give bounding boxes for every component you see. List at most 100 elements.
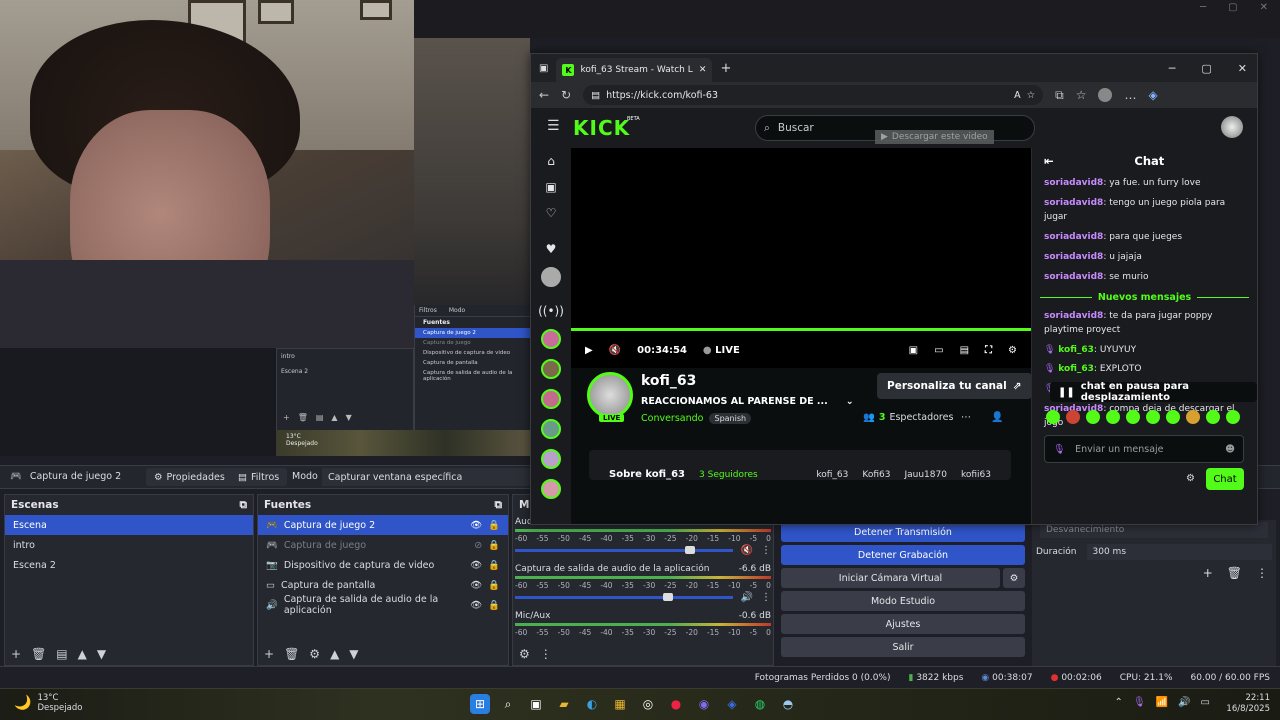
properties-button[interactable]: ⚙ Propiedades (146, 468, 233, 486)
browser-tab[interactable]: K kofi_63 Stream - Watch Live on Ki ✕ (556, 58, 713, 82)
user-avatar[interactable] (1221, 116, 1243, 138)
emote-icon[interactable] (1226, 410, 1240, 424)
emote-icon[interactable] (1066, 410, 1080, 424)
tab-actions-icon[interactable]: ▣ (539, 63, 548, 74)
channel-avatar[interactable] (541, 267, 561, 287)
weather-widget[interactable]: 🌙 13°C Despejado (14, 693, 82, 713)
chat-input[interactable]: 🎙 Enviar un mensaje ☻ (1044, 435, 1244, 463)
muted-speaker-icon[interactable]: 🔇 (741, 545, 753, 556)
social-link[interactable]: kofii63 (961, 470, 991, 480)
language-tag[interactable]: Spanish (709, 413, 752, 424)
source-item[interactable]: 🎮 Captura de juego ⊘ 🔒 (258, 535, 508, 555)
fullscreen-icon[interactable]: ⛶ (985, 345, 992, 356)
volume-slider[interactable] (515, 593, 733, 601)
lock-icon[interactable]: 🔒 (488, 580, 500, 591)
trash-icon[interactable]: 🗑 (1227, 566, 1242, 580)
customize-channel-button[interactable]: Personaliza tu canal ⇗ (877, 373, 1032, 399)
read-aloud-icon[interactable]: A (1014, 90, 1021, 101)
social-link[interactable]: kofi_63 (816, 470, 848, 480)
arrow-down-icon[interactable]: ▼ (349, 647, 358, 661)
emote-icon[interactable] (1186, 410, 1200, 424)
store-icon[interactable]: ▦ (610, 694, 630, 714)
channel-avatar[interactable] (541, 389, 561, 409)
add-icon[interactable]: + (1203, 566, 1213, 580)
virtual-camera-button[interactable]: Iniciar Cámara Virtual (781, 568, 1000, 588)
chat-username[interactable]: soriadavid8 (1044, 252, 1103, 262)
emote-icon[interactable] (1206, 410, 1220, 424)
theater-icon[interactable]: ▭ (934, 345, 943, 356)
filter-icon[interactable]: ▤ (56, 647, 67, 661)
favorite-icon[interactable]: ☆ (1027, 90, 1036, 101)
refresh-icon[interactable]: ↻ (561, 88, 571, 102)
lock-icon[interactable]: 🔒 (488, 560, 500, 571)
category-link[interactable]: Conversando (641, 413, 703, 424)
back-icon[interactable]: ← (539, 88, 549, 102)
file-explorer-icon[interactable]: ▰ (554, 694, 574, 714)
kebab-menu-icon[interactable]: ⋮ (1256, 566, 1268, 580)
menu-icon[interactable]: ☰ (547, 118, 560, 134)
source-item[interactable]: 🎮 Captura de juego 2 👁 🔒 (258, 515, 508, 535)
chevron-down-icon[interactable]: ⌄ (846, 396, 854, 407)
chat-username[interactable]: soriadavid8 (1044, 178, 1103, 188)
clip-icon[interactable]: ▣ (909, 345, 918, 356)
undock-icon[interactable]: ⧉ (240, 499, 248, 512)
eye-icon[interactable]: 👁 (470, 560, 482, 571)
volume-icon[interactable]: 🔊 (1178, 697, 1190, 708)
emote-icon[interactable] (1126, 410, 1140, 424)
chevron-up-icon[interactable]: ⌃ (1115, 697, 1123, 708)
scene-item[interactable]: Escena (5, 515, 253, 535)
live-icon[interactable]: ((•)) (531, 298, 571, 324)
eye-icon[interactable]: 👁 (470, 520, 482, 531)
arrow-down-icon[interactable]: ▼ (97, 647, 106, 661)
filters-button[interactable]: ▤ Filtros (230, 468, 288, 486)
search-icon[interactable]: ⌕ (498, 694, 518, 714)
minimize-icon[interactable]: ─ (1169, 62, 1176, 75)
eye-hidden-icon[interactable]: ⊘ (474, 540, 482, 551)
scene-item[interactable]: intro (5, 535, 253, 555)
app-icon[interactable]: ◈ (722, 694, 742, 714)
channel-name[interactable]: kofi_63 (641, 373, 696, 389)
more-icon[interactable]: … (1124, 88, 1136, 102)
close-tab-icon[interactable]: ✕ (699, 65, 707, 75)
eye-icon[interactable]: 👁 (470, 580, 482, 591)
lock-icon[interactable]: 🔒 (488, 600, 500, 611)
new-tab-icon[interactable]: + (720, 61, 731, 76)
mic-app-icon[interactable]: ● (666, 694, 686, 714)
play-icon[interactable]: ▶ (585, 345, 593, 356)
following-icon[interactable]: ♡ (531, 200, 571, 226)
eye-icon[interactable]: 👁 (470, 600, 482, 611)
chat-username[interactable]: soriadavid8 (1044, 198, 1103, 208)
chat-username[interactable]: kofi_63 (1058, 345, 1094, 355)
extensions-icon[interactable]: ⧉ (1055, 88, 1064, 103)
trash-icon[interactable]: 🗑 (31, 647, 46, 661)
chat-username[interactable]: soriadavid8 (1044, 311, 1103, 321)
share-icon[interactable]: ⋯ (961, 412, 971, 423)
emoji-icon[interactable]: ☻ (1225, 444, 1235, 455)
channel-avatar[interactable] (541, 419, 561, 439)
channel-avatar[interactable] (541, 329, 561, 349)
speaker-icon[interactable]: 🔊 (741, 592, 753, 603)
download-video-overlay[interactable]: ▶ Descargar este video (875, 130, 994, 144)
stop-stream-button[interactable]: Detener Transmisión (781, 522, 1025, 542)
mode-select[interactable]: Capturar ventana específica (322, 468, 532, 486)
kebab-menu-icon[interactable]: ⋮ (540, 647, 552, 661)
lock-icon[interactable]: 🔒 (488, 520, 500, 531)
kick-logo[interactable]: KICK (573, 116, 630, 140)
obs-icon[interactable]: ◎ (638, 694, 658, 714)
kebab-menu-icon[interactable]: ⋮ (761, 592, 771, 603)
channel-avatar[interactable] (541, 479, 561, 499)
volume-slider[interactable] (515, 546, 733, 554)
follow-user-icon[interactable]: 👤 (991, 412, 1003, 423)
trash-icon[interactable]: 🗑 (284, 647, 299, 661)
arrow-up-icon[interactable]: ▲ (78, 647, 87, 661)
collapse-chat-icon[interactable]: ⇤ (1044, 154, 1054, 168)
browse-icon[interactable]: ▣ (531, 174, 571, 200)
source-item[interactable]: 📷 Dispositivo de captura de video 👁 🔒 (258, 555, 508, 575)
app-icon[interactable]: ◉ (694, 694, 714, 714)
whatsapp-icon[interactable]: ◍ (750, 694, 770, 714)
channel-avatar[interactable] (541, 449, 561, 469)
steam-icon[interactable]: ◓ (778, 694, 798, 714)
emote-icon[interactable] (1146, 410, 1160, 424)
edge-icon[interactable]: ◐ (582, 694, 602, 714)
social-link[interactable]: Jauu1870 (904, 470, 946, 480)
